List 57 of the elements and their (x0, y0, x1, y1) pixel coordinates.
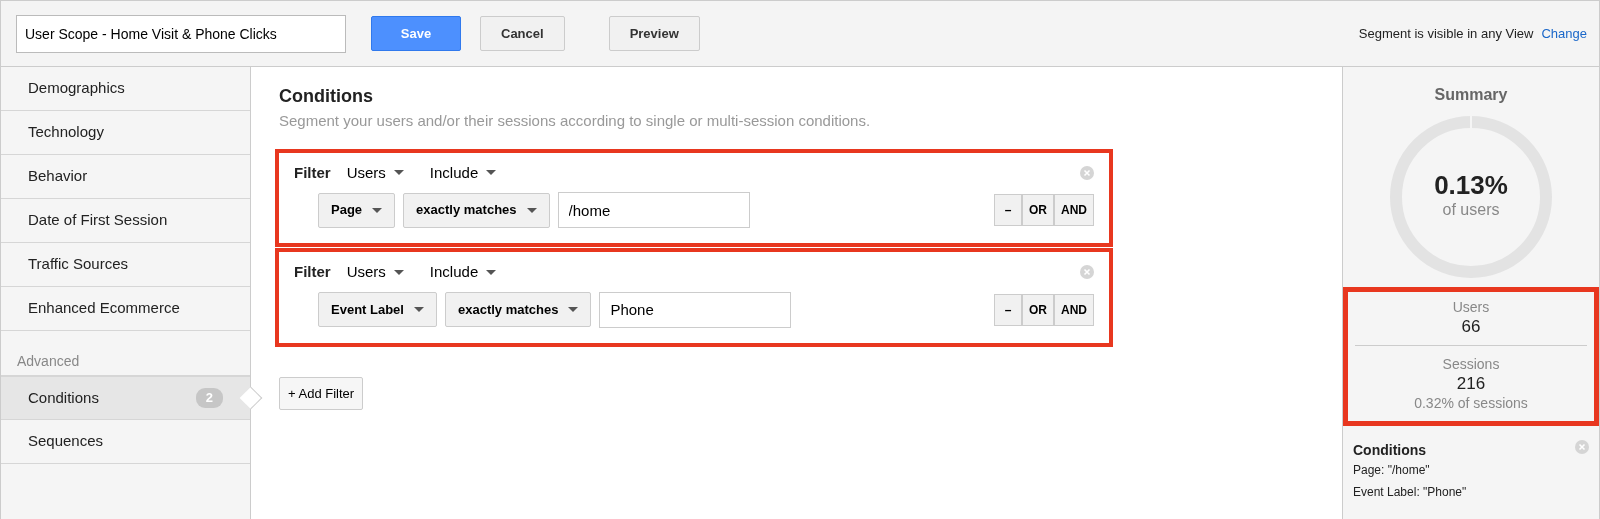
logic-button[interactable]: OR (1022, 194, 1054, 226)
filter-label: Filter (294, 262, 331, 282)
section-title: Conditions (279, 85, 374, 108)
close-icon[interactable] (1080, 165, 1094, 180)
sidebar-item[interactable]: Sequences (1, 420, 250, 464)
dropdown[interactable]: Include (429, 161, 497, 184)
stat-label: Users (1451, 298, 1491, 317)
caret-icon (413, 307, 424, 312)
caret-icon (568, 307, 579, 312)
caret-icon (393, 269, 404, 275)
section-subtitle: Segment your users and/or their sessions according to single or multi-session conditions. (279, 111, 872, 131)
caret-icon (526, 207, 537, 213)
caret-icon (372, 207, 383, 213)
stat-value: 66 (1460, 318, 1482, 337)
caret-icon (486, 170, 497, 176)
segment-name-field[interactable]: User Scope - Home Visit & Phone Clicks (16, 14, 346, 53)
sidebar-item[interactable]: Technology (1, 111, 250, 155)
close-icon[interactable] (1080, 265, 1094, 280)
logic-button[interactable]: AND (1054, 194, 1094, 226)
condition-text: Event Label: "Phone" (1353, 484, 1468, 502)
stat-label: Sessions (1441, 354, 1501, 374)
dropdown[interactable]: Users (346, 161, 404, 184)
caret-icon (393, 170, 404, 176)
condition-text: Page: "/home" (1353, 462, 1431, 480)
filter-label: Filter (294, 162, 331, 183)
toolbar-button[interactable]: Preview (608, 16, 700, 51)
dropdown[interactable]: Include (429, 261, 497, 284)
dropdown[interactable]: exactly matches (403, 192, 550, 228)
sidebar-item[interactable]: Traffic Sources (1, 243, 250, 287)
close-icon[interactable] (1575, 440, 1589, 455)
dropdown[interactable]: exactly matches (444, 292, 592, 327)
logic-button[interactable]: OR (1022, 293, 1054, 326)
toolbar-button[interactable]: Cancel (480, 16, 565, 51)
logic-button[interactable]: – (994, 194, 1022, 226)
add-filter-button[interactable]: + Add Filter (279, 376, 364, 410)
value-field[interactable]: /home (557, 192, 750, 228)
sidebar-item[interactable]: Enhanced Ecommerce (1, 287, 250, 331)
logic-button[interactable]: – (994, 293, 1022, 326)
dropdown[interactable]: Event Label (318, 292, 437, 327)
conditions-title: Conditions (1353, 441, 1427, 461)
stat-note: 0.32% of sessions (1413, 394, 1529, 414)
count-badge: 2 (195, 388, 223, 408)
visibility-text: Segment is visible in any View (1358, 24, 1534, 43)
sidebar-item[interactable]: Date of First Session (1, 199, 250, 243)
percent-label: of users (1441, 200, 1501, 220)
sidebar-item[interactable]: Behavior (1, 155, 250, 199)
dropdown[interactable]: Users (346, 261, 404, 284)
change-link[interactable]: Change (1541, 23, 1587, 44)
percent-value: 0.13% (1434, 172, 1508, 198)
value-field[interactable]: Phone (599, 291, 792, 328)
logic-button[interactable]: AND (1054, 293, 1094, 326)
sidebar-item[interactable]: Conditions 2 (1, 376, 250, 420)
dropdown[interactable]: Page (318, 192, 396, 228)
caret-icon (486, 269, 497, 275)
stat-value: 216 (1455, 374, 1487, 394)
sidebar-item[interactable]: Demographics (1, 67, 250, 111)
summary-title: Summary (1433, 85, 1509, 105)
